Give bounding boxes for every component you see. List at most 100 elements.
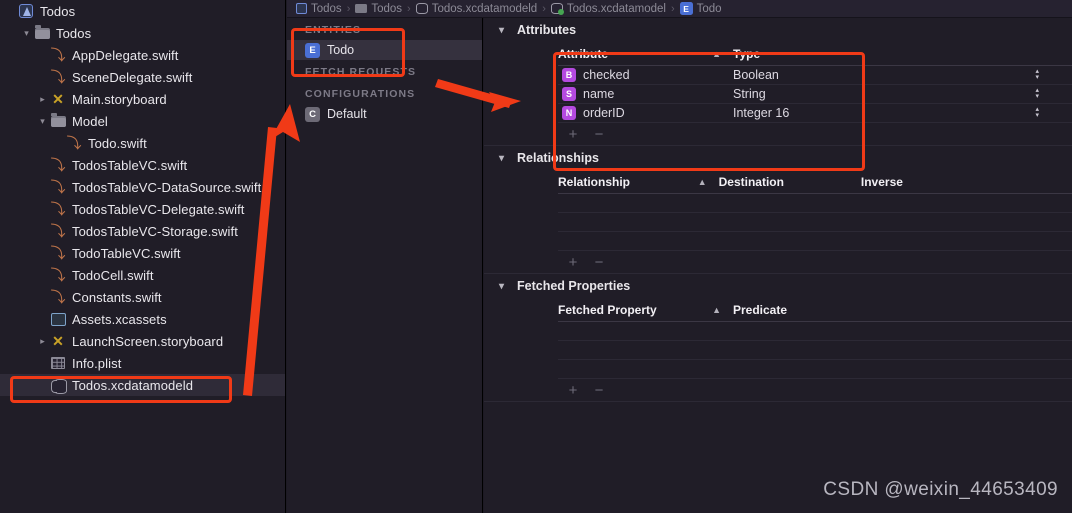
table-row-empty[interactable] xyxy=(558,341,1072,360)
app-icon xyxy=(296,3,307,14)
outline-item[interactable]: C Default xyxy=(287,104,482,124)
attribute-name-cell[interactable]: NorderID xyxy=(558,106,733,120)
nav-item[interactable]: ▾ Todos xyxy=(0,22,285,44)
attribute-name-cell[interactable]: Bchecked xyxy=(558,68,733,82)
nav-item-label: TodosTableVC-Storage.swift xyxy=(72,223,238,239)
nav-item[interactable]: ·⤵ TodosTableVC.swift xyxy=(0,154,285,176)
nav-item-label: Todos xyxy=(40,3,76,19)
nav-item[interactable]: ·⤵ TodoTableVC.swift xyxy=(0,242,285,264)
sort-ascending-icon[interactable]: ▲ xyxy=(712,49,721,59)
column-header[interactable]: Inverse xyxy=(861,175,1072,189)
breadcrumb[interactable]: Todos › Todos › Todos.xcdatamodeld › Todos.xcd… xyxy=(287,0,1072,18)
editor-table[interactable]: Fetched Property ▲ Predicate + − xyxy=(558,298,1072,401)
add-row-button[interactable]: + xyxy=(560,254,586,271)
attribute-type-cell[interactable]: String ▴ ▾ xyxy=(733,87,1053,101)
swift-icon: ⤵ xyxy=(50,46,66,64)
sort-ascending-icon[interactable]: ▲ xyxy=(698,177,707,187)
nav-item[interactable]: ·⤵ SceneDelegate.swift xyxy=(0,66,285,88)
breadcrumb-item[interactable]: Todos xyxy=(355,3,402,15)
table-row[interactable]: Bchecked Boolean ▴ ▾ xyxy=(558,66,1072,85)
table-row-empty[interactable] xyxy=(558,322,1072,341)
nav-item[interactable]: ·⤵ AppDelegate.swift xyxy=(0,44,285,66)
nav-item[interactable]: ▸ ✕ Main.storyboard xyxy=(0,88,285,110)
nav-item[interactable]: ·⤵ TodoCell.swift xyxy=(0,264,285,286)
folder-icon xyxy=(49,112,67,129)
disclosure-spacer: · xyxy=(36,51,49,60)
nav-item[interactable]: · Todos.xcdatamodeld xyxy=(0,374,285,396)
chevron-down-icon[interactable]: ▾ xyxy=(36,116,49,126)
table-row-empty[interactable] xyxy=(558,360,1072,379)
swift-icon: ⤵ xyxy=(50,222,66,240)
attribute-type-cell[interactable]: Boolean ▴ ▾ xyxy=(733,68,1053,82)
column-header[interactable]: Predicate xyxy=(733,303,1053,317)
attribute-type-label: String xyxy=(733,87,766,101)
table-row-empty[interactable] xyxy=(558,232,1072,251)
column-header[interactable]: Type xyxy=(733,47,1053,61)
nav-item[interactable]: ▾ Model xyxy=(0,110,285,132)
breadcrumb-label: Todo xyxy=(696,2,722,15)
model-outline-panel[interactable]: ENTITIES E Todo FETCH REQUESTS CONFIGURATION… xyxy=(287,18,483,513)
table-add-remove-controls[interactable]: + − xyxy=(558,123,1072,145)
project-navigator[interactable]: ·Todos▾Todos·⤵AppDelegate.swift·⤵SceneDe… xyxy=(0,0,286,513)
chevron-right-icon[interactable]: ▸ xyxy=(36,336,49,346)
column-header-label: Destination xyxy=(718,174,784,189)
nav-item[interactable]: ·⤵ Constants.swift xyxy=(0,286,285,308)
chevron-down-icon[interactable]: ▾ xyxy=(499,25,512,36)
core-data-model-editor[interactable]: ▾ Attributes Attribute ▲ Type Bchecked Boolean… xyxy=(484,18,1072,513)
chevron-down-icon[interactable]: ▾ xyxy=(499,281,512,292)
editor-section-header[interactable]: ▾ Attributes xyxy=(484,18,1072,42)
sort-ascending-icon[interactable]: ▲ xyxy=(712,305,721,315)
editor-table[interactable]: Relationship ▲ Destination Inverse + − xyxy=(558,170,1072,273)
column-header[interactable]: Fetched Property ▲ xyxy=(558,303,733,317)
breadcrumb-item[interactable]: Todos.xcdatamodeld xyxy=(415,3,537,15)
type-stepper-icon[interactable]: ▴ ▾ xyxy=(1035,106,1039,119)
remove-row-button[interactable]: − xyxy=(586,382,612,399)
nav-item[interactable]: ·⤵ Todo.swift xyxy=(0,132,285,154)
column-header[interactable]: Relationship ▲ xyxy=(558,175,719,189)
attribute-name-cell[interactable]: Sname xyxy=(558,87,733,101)
type-stepper-icon[interactable]: ▴ ▾ xyxy=(1035,87,1039,100)
table-add-remove-controls[interactable]: + − xyxy=(558,379,1072,401)
nav-item[interactable]: ·⤵ TodosTableVC-DataSource.swift xyxy=(0,176,285,198)
nav-item[interactable]: · Assets.xcassets xyxy=(0,308,285,330)
plist-icon xyxy=(49,355,67,371)
nav-item[interactable]: ·⤵ TodosTableVC-Delegate.swift xyxy=(0,198,285,220)
add-row-button[interactable]: + xyxy=(560,126,586,143)
table-row-empty[interactable] xyxy=(558,213,1072,232)
nav-item[interactable]: ·⤵ TodosTableVC-Storage.swift xyxy=(0,220,285,242)
xcode-window: ·Todos▾Todos·⤵AppDelegate.swift·⤵SceneDe… xyxy=(0,0,1072,513)
column-header[interactable]: Destination xyxy=(719,175,861,189)
nav-item[interactable]: · Todos xyxy=(0,0,285,22)
breadcrumb-item[interactable]: Todos.xcdatamodel xyxy=(550,3,666,15)
disclosure-spacer: · xyxy=(36,227,49,236)
breadcrumb-item[interactable]: Todos xyxy=(296,3,342,15)
outline-item-label: Todo xyxy=(327,43,355,57)
nav-item-label: TodosTableVC-Delegate.swift xyxy=(72,201,245,217)
disclosure-spacer: · xyxy=(36,381,49,390)
column-header-label: Type xyxy=(733,46,761,61)
breadcrumb-item[interactable]: E Todo xyxy=(679,2,722,15)
editor-table[interactable]: Attribute ▲ Type Bchecked Boolean ▴ ▾ Sname Stri… xyxy=(558,42,1072,145)
editor-section-header[interactable]: ▾ Relationships xyxy=(484,146,1072,170)
editor-section-title: Attributes xyxy=(517,23,577,37)
outline-item[interactable]: E Todo xyxy=(287,40,482,60)
disclosure-spacer: · xyxy=(36,183,49,192)
attribute-type-cell[interactable]: Integer 16 ▴ ▾ xyxy=(733,106,1053,120)
table-add-remove-controls[interactable]: + − xyxy=(558,251,1072,273)
column-header[interactable]: Attribute ▲ xyxy=(558,47,733,61)
type-stepper-icon[interactable]: ▴ ▾ xyxy=(1035,68,1039,81)
table-row-empty[interactable] xyxy=(558,194,1072,213)
datamodel-version-icon xyxy=(550,3,564,15)
table-row[interactable]: NorderID Integer 16 ▴ ▾ xyxy=(558,104,1072,123)
remove-row-button[interactable]: − xyxy=(586,126,612,143)
chevron-down-icon[interactable]: ▾ xyxy=(499,153,512,164)
chevron-right-icon[interactable]: ▸ xyxy=(36,94,49,104)
nav-item[interactable]: ▸ ✕ LaunchScreen.storyboard xyxy=(0,330,285,352)
chevron-down-icon[interactable]: ▾ xyxy=(20,28,33,38)
add-row-button[interactable]: + xyxy=(560,382,586,399)
nav-item-label: TodoCell.swift xyxy=(72,267,154,283)
nav-item[interactable]: · Info.plist xyxy=(0,352,285,374)
remove-row-button[interactable]: − xyxy=(586,254,612,271)
editor-section-header[interactable]: ▾ Fetched Properties xyxy=(484,274,1072,298)
table-row[interactable]: Sname String ▴ ▾ xyxy=(558,85,1072,104)
